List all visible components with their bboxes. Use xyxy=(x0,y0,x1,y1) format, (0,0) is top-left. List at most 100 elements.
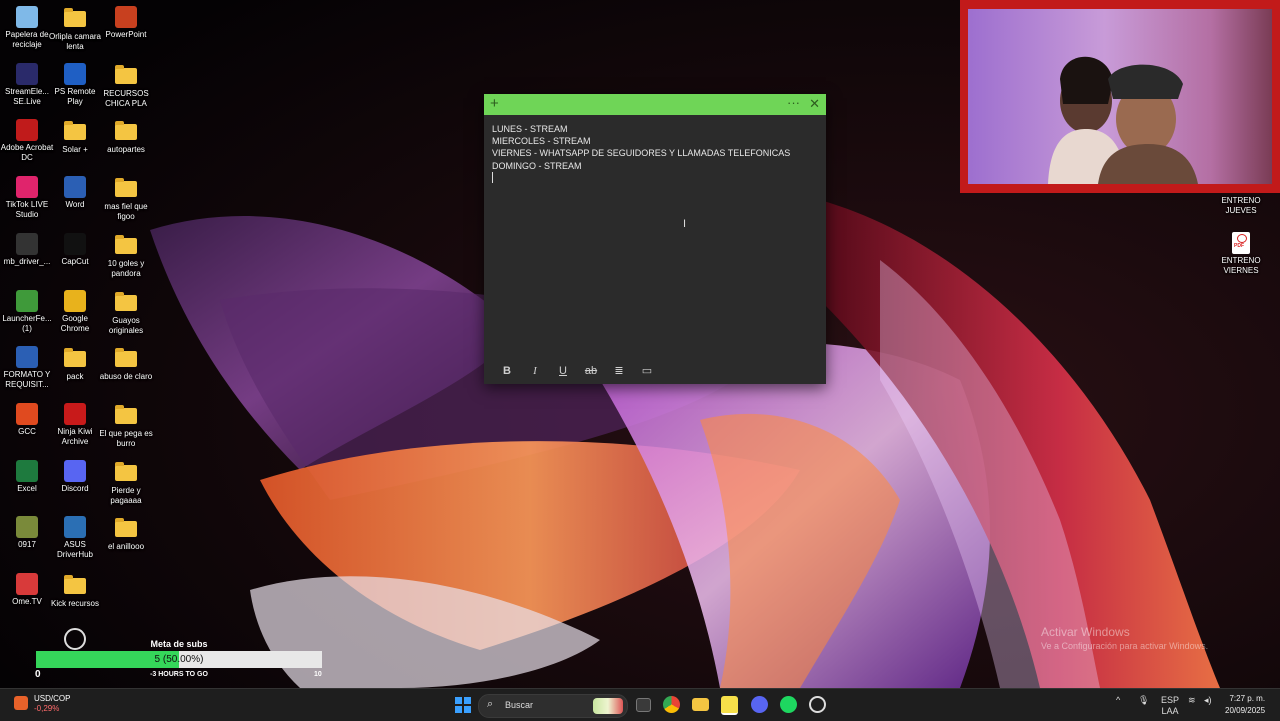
desktop-icon-chrome[interactable]: Google Chrome xyxy=(48,289,102,334)
wifi-icon[interactable]: ≋ xyxy=(1188,695,1196,706)
desktop-icon-label: PowerPoint xyxy=(105,30,147,39)
desktop-icon-folder[interactable]: autopartes xyxy=(99,119,153,155)
clock-date: 20/09/2025 xyxy=(1225,706,1266,715)
desktop-icon-discord[interactable]: Discord xyxy=(48,459,102,494)
desktop-icon-ps-remote-play[interactable]: PS Remote Play xyxy=(48,62,102,107)
folder-icon xyxy=(115,178,137,198)
desktop-icon-file[interactable]: 0917 xyxy=(0,516,54,550)
desktop-icon-label: el anillooo xyxy=(107,542,145,552)
desktop-icon-folder[interactable]: 10 goles y pandora xyxy=(99,233,153,279)
desktop-icon-label: Solar + xyxy=(62,145,88,155)
desktop-icon-folder[interactable]: mas fiel que figoo xyxy=(99,176,153,222)
desktop-icon-folder[interactable]: RECURSOS CHICA PLA xyxy=(99,63,153,109)
desktop-icon-entreno-jueves[interactable]: ENTRENO JUEVES xyxy=(1214,196,1268,216)
subs-goal-progress-text: 5 (50.00%) xyxy=(154,654,204,665)
folder-icon xyxy=(64,575,86,594)
bold-button[interactable]: B xyxy=(493,362,521,380)
desktop-icon-streamelements[interactable]: StreamEle... SE.Live xyxy=(0,62,54,107)
stock-widget[interactable]: USD/COP -0,29% xyxy=(14,693,70,713)
close-button[interactable]: ✕ xyxy=(809,95,820,113)
desktop-icon-label: 10 goles y pandora xyxy=(107,258,145,278)
clock-time: 7:27 p. m. xyxy=(1229,694,1266,703)
folder-icon xyxy=(115,404,137,424)
desktop-icon-label: Adobe Acrobat DC xyxy=(0,143,54,163)
desktop-icon-entreno-viernes[interactable]: ENTRENO VIERNES xyxy=(1214,232,1268,276)
desktop-icon-label: Orlipla camara lenta xyxy=(48,32,101,51)
desktop-icon-ninja-kiwi[interactable]: Ninja Kiwi Archive xyxy=(48,402,102,447)
sticky-note-window[interactable]: + ··· ✕ LUNES - STREAM MIERCOLES - STREA… xyxy=(484,94,826,384)
obs-taskbar-icon[interactable] xyxy=(809,696,826,713)
volume-icon[interactable]: ◂) xyxy=(1204,695,1212,706)
desktop-icon-capcut[interactable]: CapCut xyxy=(48,232,102,267)
italic-button[interactable]: I xyxy=(521,362,549,380)
spotify-icon[interactable] xyxy=(780,696,797,713)
search-box[interactable]: ⌕ Buscar xyxy=(478,694,628,718)
desktop-icon-folder[interactable]: pack xyxy=(48,346,102,382)
menu-button[interactable]: ··· xyxy=(787,94,800,112)
desktop-icon-7z-sfx[interactable]: mb_driver_... xyxy=(0,232,54,267)
desktop-icon-recycle-bin[interactable]: Papelera de reciclaje xyxy=(0,6,54,50)
7z-sfx-icon xyxy=(16,232,38,255)
taskbar: USD/COP -0,29% ⌕ Buscar ^ 🎙 ESP LAA ≋ ◂)… xyxy=(0,688,1280,721)
desktop-icon-powerpoint[interactable]: PowerPoint xyxy=(99,6,153,40)
discord-taskbar-icon[interactable] xyxy=(751,696,768,713)
start-button[interactable] xyxy=(455,697,471,713)
desktop-icon-label: LauncherFe... (1) xyxy=(2,313,52,333)
language-indicator[interactable]: ESP LAA xyxy=(1161,695,1179,717)
add-note-button[interactable]: + xyxy=(490,95,499,113)
insert-image-button[interactable]: ▭ xyxy=(633,362,661,380)
desktop-icon-folder[interactable]: abuso de claro xyxy=(99,346,153,382)
desktop-icon-word-doc[interactable]: FORMATO Y REQUISIT... xyxy=(0,346,54,390)
sticky-note-header[interactable]: + ··· ✕ xyxy=(484,94,826,115)
underline-button[interactable]: U xyxy=(549,362,577,380)
desktop-icon-folder[interactable]: Guayos originales xyxy=(99,290,153,336)
sticky-notes-taskbar-icon[interactable] xyxy=(721,696,738,715)
desktop-icon-folder[interactable]: el anillooo xyxy=(99,516,153,552)
desktop-icon-label: RECURSOS CHICA PLA xyxy=(103,88,149,108)
desktop-icon-folder[interactable]: Solar + xyxy=(48,119,102,155)
desktop-icon-label: Guayos originales xyxy=(108,315,144,335)
asus-driverhub-icon xyxy=(64,516,86,539)
desktop-icon-label: El que pega es burro xyxy=(99,428,153,448)
clock[interactable]: 7:27 p. m. 20/09/2025 xyxy=(1225,693,1265,717)
desktop-icon-folder[interactable]: Orlipla camara lenta xyxy=(48,6,102,52)
desktop-icon-excel[interactable]: Excel xyxy=(0,459,54,494)
show-hidden-icons-chevron-icon[interactable]: ^ xyxy=(1116,695,1120,705)
search-icon: ⌕ xyxy=(487,698,494,710)
subs-goal-max: 10 xyxy=(314,671,322,678)
microphone-icon[interactable]: 🎙 xyxy=(1138,695,1149,706)
search-highlight-image xyxy=(593,698,623,714)
desktop-icon-minecraft[interactable]: LauncherFe... (1) xyxy=(0,289,54,334)
chrome-taskbar-icon[interactable] xyxy=(663,696,680,713)
sticky-note-editor[interactable]: LUNES - STREAM MIERCOLES - STREAM VIERNE… xyxy=(484,115,826,194)
desktop-icon-label: FORMATO Y REQUISIT... xyxy=(3,370,51,390)
bullet-list-button[interactable]: ≣ xyxy=(605,362,633,380)
desktop-icon-word[interactable]: Word xyxy=(48,176,102,210)
desktop-icon-asus-driverhub[interactable]: ASUS DriverHub xyxy=(48,516,102,560)
recycle-bin-icon xyxy=(16,6,38,28)
strikethrough-button[interactable]: ab xyxy=(577,362,605,380)
file-explorer-icon[interactable] xyxy=(692,698,709,711)
desktop-icon-acrobat[interactable]: Adobe Acrobat DC xyxy=(0,119,54,163)
sticky-note-toolbar: B I U ab ≣ ▭ xyxy=(484,362,835,380)
folder-icon xyxy=(115,518,137,538)
desktop-icon-folder[interactable]: El que pega es burro xyxy=(99,403,153,449)
desktop-icon-label: Papelera de reciclaje xyxy=(5,30,49,49)
desktop-icon-gcc[interactable]: GCC xyxy=(0,402,54,437)
desktop-icon-folder[interactable]: Pierde y pagaaaa xyxy=(99,460,153,506)
task-view-icon[interactable] xyxy=(636,698,651,712)
language-bottom: LAA xyxy=(1161,706,1179,716)
note-line: LUNES - STREAM xyxy=(492,124,568,134)
desktop-icon-tiktok[interactable]: TikTok LIVE Studio xyxy=(0,176,54,220)
note-line: DOMINGO - STREAM xyxy=(492,160,582,171)
stock-change: -0,29% xyxy=(34,704,60,713)
desktop-icon-ometv[interactable]: Ome.TV xyxy=(0,573,54,607)
chrome-icon xyxy=(64,289,86,312)
desktop-icon-label: GCC xyxy=(18,426,36,436)
note-line: MIERCOLES - STREAM xyxy=(492,136,591,147)
desktop-icon-label: 0917 xyxy=(18,540,36,550)
desktop-icon-label: ASUS DriverHub xyxy=(56,540,93,560)
desktop-icon-label: mb_driver_... xyxy=(3,256,51,266)
desktop-icon-label: Excel xyxy=(17,483,37,493)
desktop-icon-folder[interactable]: Kick recursos xyxy=(48,573,102,609)
